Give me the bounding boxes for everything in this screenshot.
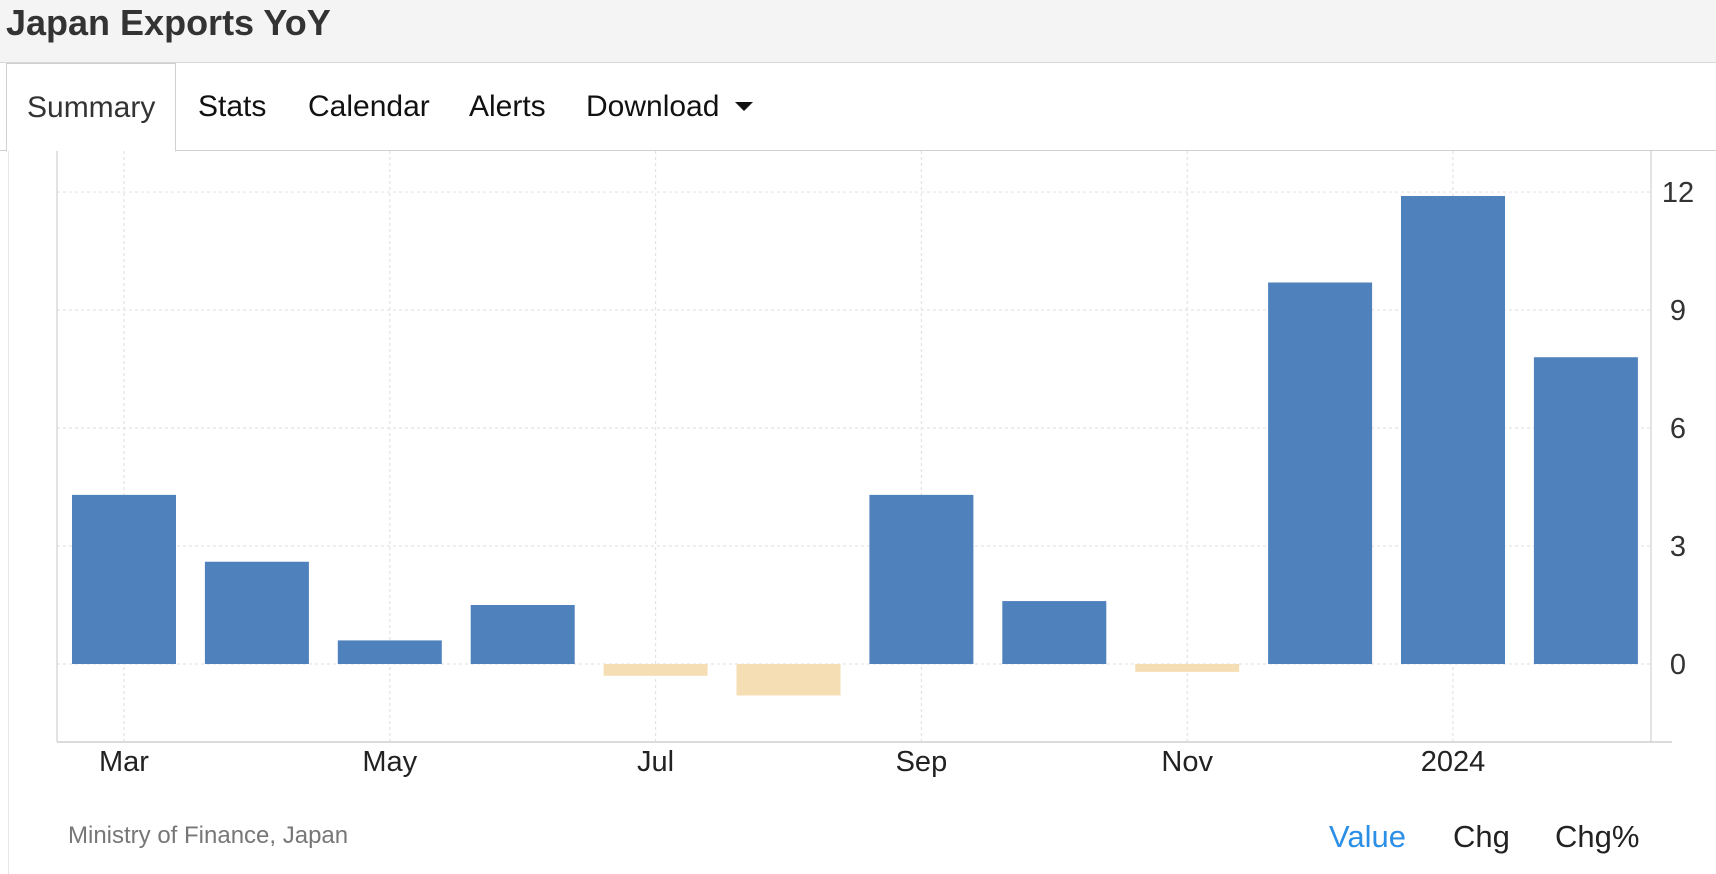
y-tick-label: 6 <box>1670 413 1686 445</box>
bar-mar-2023[interactable] <box>72 494 176 664</box>
bar-apr-2023[interactable] <box>204 561 309 664</box>
x-tick-label: May <box>362 746 417 778</box>
bar-jul-2023[interactable] <box>603 664 708 676</box>
tab-alerts-label: Alerts <box>469 90 546 123</box>
y-tick-label: 0 <box>1670 649 1686 681</box>
bar-may-2023[interactable] <box>337 640 442 664</box>
tab-summary[interactable]: Summary <box>6 63 177 152</box>
bar-jun-2023[interactable] <box>470 605 575 664</box>
mode-value-button[interactable]: Value <box>1329 819 1406 855</box>
x-tick-label: Sep <box>896 746 948 778</box>
bar-chart: 0 3 6 9 12 Mar May Jul Sep Nov 2024 <box>56 151 1694 778</box>
tab-download-label: Download <box>586 90 720 123</box>
x-tick-label: Jul <box>637 746 674 778</box>
tab-summary-label: Summary <box>27 91 156 124</box>
x-tick-label: 2024 <box>1421 746 1486 778</box>
tab-download[interactable]: Download <box>586 63 754 151</box>
x-tick-label: Nov <box>1161 746 1213 778</box>
title-bar: Japan Exports YoY <box>0 0 1716 63</box>
tab-stats[interactable]: Stats <box>198 63 266 151</box>
tab-stats-label: Stats <box>198 90 267 123</box>
page-title: Japan Exports YoY <box>6 2 331 43</box>
tab-bar: Summary Stats Calendar Alerts Download <box>0 63 1716 152</box>
x-tick-label: Mar <box>99 746 149 778</box>
y-tick-label: 12 <box>1662 177 1694 209</box>
bar-dec-2023[interactable] <box>1268 282 1373 664</box>
bar-jan-2024[interactable] <box>1401 195 1505 664</box>
bars-layer <box>72 195 1638 696</box>
bar-nov-2023[interactable] <box>1135 664 1240 672</box>
bar-feb-2024[interactable] <box>1533 357 1638 664</box>
y-tick-label: 9 <box>1670 295 1686 327</box>
bar-aug-2023[interactable] <box>736 664 841 696</box>
y-tick-label: 3 <box>1670 531 1686 563</box>
tab-alerts[interactable]: Alerts <box>469 63 546 151</box>
mode-chg-button[interactable]: Chg <box>1453 819 1510 855</box>
chevron-down-icon <box>735 101 754 111</box>
bar-oct-2023[interactable] <box>1002 601 1107 664</box>
tab-calendar[interactable]: Calendar <box>308 63 430 151</box>
mode-chg-pct-button[interactable]: Chg% <box>1555 819 1639 855</box>
source-note: Ministry of Finance, Japan <box>68 822 349 849</box>
bar-sep-2023[interactable] <box>869 494 974 664</box>
tab-calendar-label: Calendar <box>308 90 430 123</box>
